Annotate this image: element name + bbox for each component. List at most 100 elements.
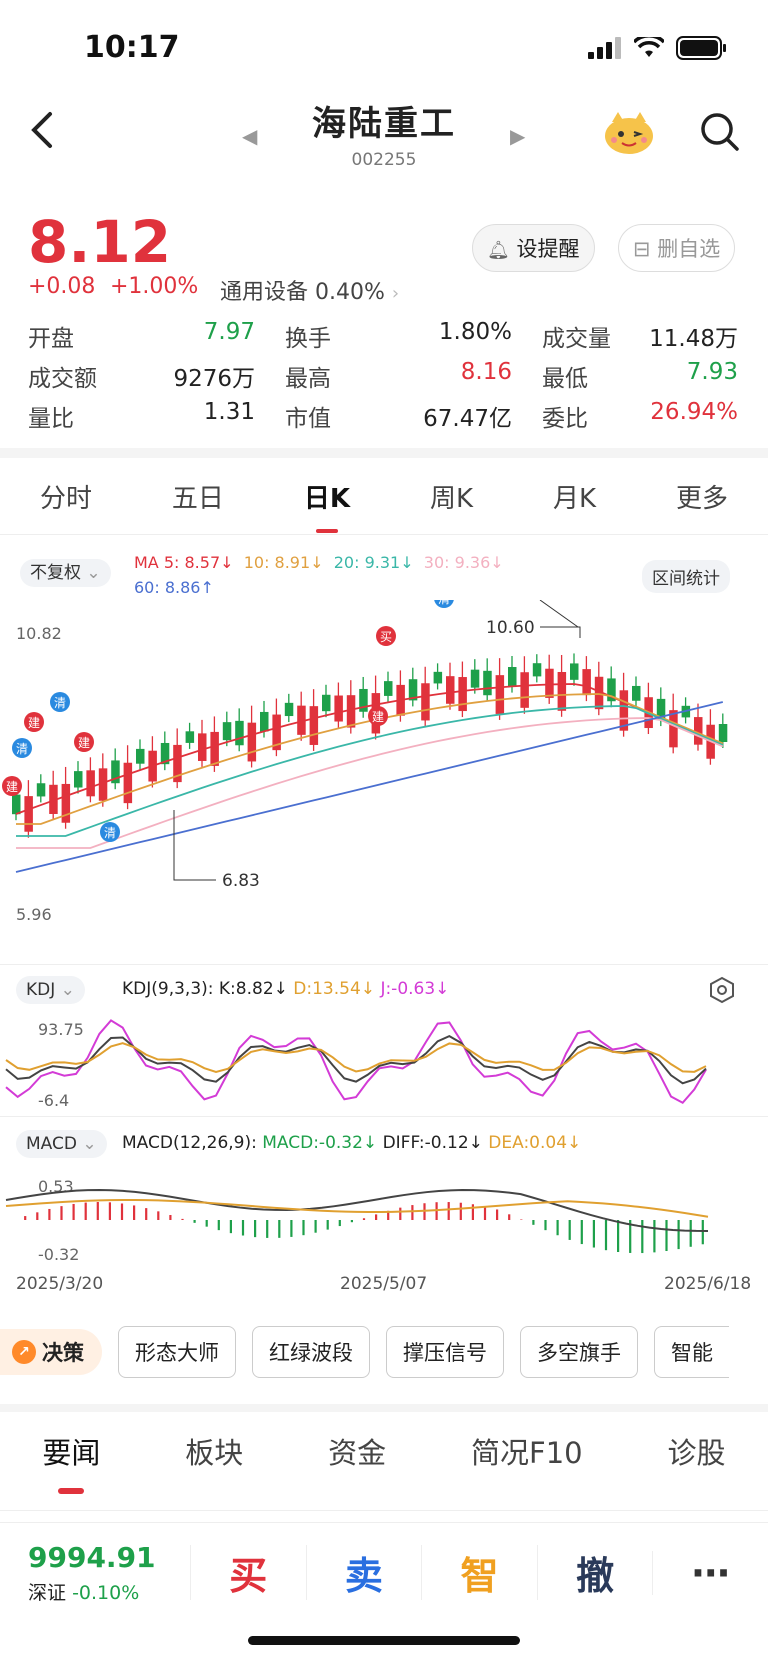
range-stats-button[interactable]: 区间统计 — [642, 560, 730, 593]
macd-bar — [459, 1202, 462, 1220]
decision-button[interactable]: ↗ 决策 — [0, 1329, 102, 1375]
signal-badge[interactable]: 建 — [74, 732, 94, 752]
stat-cell: 成交量 11.48万 — [542, 319, 738, 353]
stat-label: 市值 — [285, 406, 331, 432]
candle-body — [235, 720, 244, 746]
news-tab[interactable]: 要闻 — [42, 1430, 100, 1494]
macd-bar — [653, 1220, 656, 1253]
chip-pattern-master[interactable]: 形态大师 — [118, 1326, 236, 1378]
stat-cell: 换手 1.80% — [285, 319, 542, 353]
news-tabs: 要闻 板块 资金 简况F10 诊股 — [0, 1430, 768, 1494]
news-tab[interactable]: 板块 — [185, 1430, 243, 1472]
macd-bar — [532, 1220, 535, 1225]
candle-body — [74, 771, 83, 788]
ma60-value: 60: 8.86↑ — [134, 578, 214, 597]
sector-link[interactable]: 通用设备 0.40% › — [220, 274, 399, 306]
more-button[interactable]: ⋯ — [652, 1550, 768, 1595]
divider — [0, 448, 768, 458]
chip-long-short[interactable]: 多空旗手 — [520, 1326, 638, 1378]
signal-badge[interactable]: 清 — [12, 738, 32, 758]
chart-tab[interactable]: 更多 — [676, 478, 728, 515]
remove-watchlist-button[interactable]: ⊟ 删自选 — [618, 224, 736, 272]
macd-value: MACD:-0.32↓ — [262, 1133, 378, 1153]
candle-body — [284, 702, 294, 717]
macd-bar — [641, 1220, 644, 1254]
candle-body — [421, 683, 430, 721]
candle-body — [222, 722, 232, 741]
stat-label: 开盘 — [28, 326, 74, 352]
macd-bar — [617, 1220, 620, 1252]
divider — [0, 1510, 768, 1511]
high-marker: 10.60 — [486, 600, 581, 638]
stat-value: 11.48万 — [649, 326, 738, 352]
news-tab[interactable]: 诊股 — [668, 1430, 726, 1472]
candle-body — [322, 694, 331, 712]
chip-label: 多空旗手 — [537, 1341, 621, 1365]
news-tab[interactable]: 简况F10 — [471, 1430, 583, 1472]
signal-badge[interactable]: 建 — [2, 776, 22, 796]
settings-hex-icon[interactable] — [708, 976, 736, 1008]
adjust-select[interactable]: 不复权 ⌄ — [20, 558, 111, 587]
candle-body — [446, 676, 455, 704]
signal-badge[interactable]: 建 — [368, 706, 388, 726]
divider — [0, 964, 768, 965]
bell-icon: 🔔︎ — [487, 240, 510, 261]
macd-select[interactable]: MACD ⌄ — [16, 1130, 107, 1158]
signal-badge[interactable]: 买 — [376, 626, 396, 646]
macd-bar — [314, 1220, 317, 1233]
stat-cell: 最低 7.93 — [542, 359, 738, 393]
chart-tab[interactable]: 日K — [304, 478, 350, 533]
macd-diff: DIFF:-0.12↓ — [382, 1133, 483, 1153]
macd-diff-line — [5, 1189, 709, 1232]
stat-value: 1.80% — [438, 319, 512, 345]
search-icon[interactable] — [700, 112, 740, 156]
svg-text:清: 清 — [104, 826, 116, 840]
macd-chart[interactable]: 0.53 -0.32 — [0, 1160, 768, 1270]
chevron-down-icon: ⌄ — [86, 563, 101, 583]
macd-bar — [350, 1220, 353, 1223]
kdj-k-line — [5, 1034, 707, 1085]
tools-bar: ↗ 决策 形态大师 红绿波段 撑压信号 多空旗手 智能 — [0, 1326, 768, 1378]
macd-bar — [217, 1220, 220, 1231]
signal-badge[interactable]: 建 — [24, 712, 44, 732]
signal-badge[interactable]: 清 — [100, 822, 120, 842]
index-ticker[interactable]: 9994.91 深证 -0.10% — [0, 1541, 190, 1605]
macd-bar — [701, 1220, 704, 1245]
chart-tab[interactable]: 周K — [430, 478, 473, 515]
chip-smart[interactable]: 智能 — [654, 1326, 729, 1378]
macd-label: MACD — [26, 1134, 77, 1154]
set-alert-button[interactable]: 🔔︎ 设提醒 — [472, 224, 595, 272]
mascot-icon[interactable] — [602, 108, 656, 156]
kdj-select[interactable]: KDJ ⌄ — [16, 976, 85, 1004]
signal-badge[interactable]: 清 — [434, 600, 454, 608]
cancel-order-button[interactable]: 撤 — [536, 1545, 653, 1600]
macd-dea: DEA:0.04↓ — [488, 1133, 582, 1153]
macd-bar — [72, 1203, 75, 1220]
smart-button[interactable]: 智 — [421, 1545, 537, 1600]
macd-bar — [48, 1208, 51, 1220]
svg-text:建: 建 — [78, 736, 90, 750]
stat-label: 量比 — [28, 406, 74, 432]
chart-tab[interactable]: 五日 — [172, 478, 224, 515]
chip-red-green-band[interactable]: 红绿波段 — [252, 1326, 370, 1378]
signal-badge[interactable]: 清 — [50, 692, 70, 712]
chart-tab[interactable]: 分时 — [40, 478, 92, 515]
chip-support-resistance[interactable]: 撑压信号 — [386, 1326, 504, 1378]
macd-bar — [84, 1202, 87, 1220]
buy-button[interactable]: 买 — [190, 1545, 306, 1600]
macd-bar — [568, 1220, 571, 1240]
chip-label: 撑压信号 — [403, 1341, 487, 1365]
sell-button[interactable]: 卖 — [305, 1545, 422, 1600]
macd-bar — [181, 1218, 184, 1220]
kdj-d: D:13.54↓ — [293, 979, 376, 999]
chart-tab[interactable]: 月K — [553, 478, 596, 515]
chart-tabs: 分时 五日 日K 周K 月K 更多 — [0, 478, 768, 533]
news-tab[interactable]: 资金 — [328, 1430, 386, 1472]
macd-bar — [108, 1202, 111, 1220]
kdj-chart[interactable]: 93.75 -6.4 — [0, 1010, 768, 1110]
macd-bar — [254, 1220, 257, 1238]
candle-body — [346, 695, 356, 728]
stats-grid: 开盘 7.97 换手 1.80% 成交量 11.48万 成交额 9276万 最高 8.16 最低 7.… — [28, 316, 738, 436]
stat-value: 7.97 — [203, 319, 255, 345]
candle-body — [260, 711, 269, 732]
